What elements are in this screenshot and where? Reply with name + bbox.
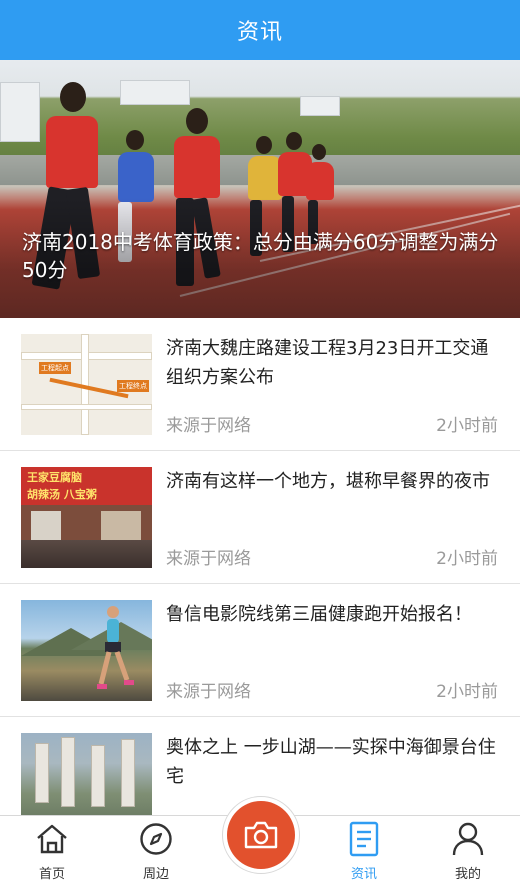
news-source: 来源于网络	[166, 416, 251, 436]
map-end-tag: 工程终点	[117, 380, 149, 392]
nav-mine-label: 我的	[454, 867, 481, 882]
camera-button[interactable]	[222, 796, 300, 874]
news-source: 来源于网络	[166, 682, 251, 702]
map-start-tag: 工程起点	[39, 362, 71, 374]
top-bar: 资讯	[0, 0, 520, 60]
home-icon	[33, 820, 71, 858]
news-title[interactable]: 济南有这样一个地方，堪称早餐界的夜市	[166, 467, 496, 496]
news-list: 工程起点 工程终点 济南大魏庄路建设工程3月23日开工交通组织方案公布 来源于网…	[0, 318, 520, 850]
news-title[interactable]: 奥体之上 一步山湖——实探中海御景台住宅	[166, 733, 496, 791]
nav-nearby-label: 周边	[142, 867, 169, 882]
news-source: 来源于网络	[166, 549, 251, 569]
news-thumbnail-shop: 王家豆腐脑 胡辣汤 八宝粥	[21, 467, 152, 568]
nav-nearby[interactable]: 周边	[116, 820, 196, 886]
nav-news[interactable]: 资讯	[324, 820, 404, 886]
page-title: 资讯	[236, 20, 283, 45]
list-item[interactable]: 鲁信电影院线第三届健康跑开始报名！ 来源于网络 2小时前	[0, 584, 520, 717]
nav-news-label: 资讯	[350, 867, 377, 882]
hero-banner[interactable]: 济南2018中考体育政策：总分由满分60分调整为满分50分	[0, 60, 520, 318]
news-thumbnail-runner	[21, 600, 152, 701]
shop-sign: 王家豆腐脑 胡辣汤 八宝粥	[21, 467, 152, 505]
news-time: 2小时前	[436, 682, 498, 702]
user-icon	[449, 820, 487, 858]
news-time: 2小时前	[436, 549, 498, 569]
hero-caption[interactable]: 济南2018中考体育政策：总分由满分60分调整为满分50分	[22, 228, 502, 284]
list-item[interactable]: 王家豆腐脑 胡辣汤 八宝粥 济南有这样一个地方，堪称早餐界的夜市 来源于网络 2…	[0, 451, 520, 584]
news-icon	[345, 820, 383, 858]
camera-icon	[244, 821, 278, 849]
news-time: 2小时前	[436, 416, 498, 436]
compass-icon	[137, 820, 175, 858]
news-thumbnail-map: 工程起点 工程终点	[21, 334, 152, 435]
nav-home-label: 首页	[38, 867, 65, 882]
nav-mine[interactable]: 我的	[428, 820, 508, 886]
news-title[interactable]: 济南大魏庄路建设工程3月23日开工交通组织方案公布	[166, 334, 496, 392]
news-title[interactable]: 鲁信电影院线第三届健康跑开始报名！	[166, 600, 496, 629]
list-item[interactable]: 工程起点 工程终点 济南大魏庄路建设工程3月23日开工交通组织方案公布 来源于网…	[0, 318, 520, 451]
runner-icon	[97, 606, 134, 689]
nav-home[interactable]: 首页	[12, 820, 92, 886]
